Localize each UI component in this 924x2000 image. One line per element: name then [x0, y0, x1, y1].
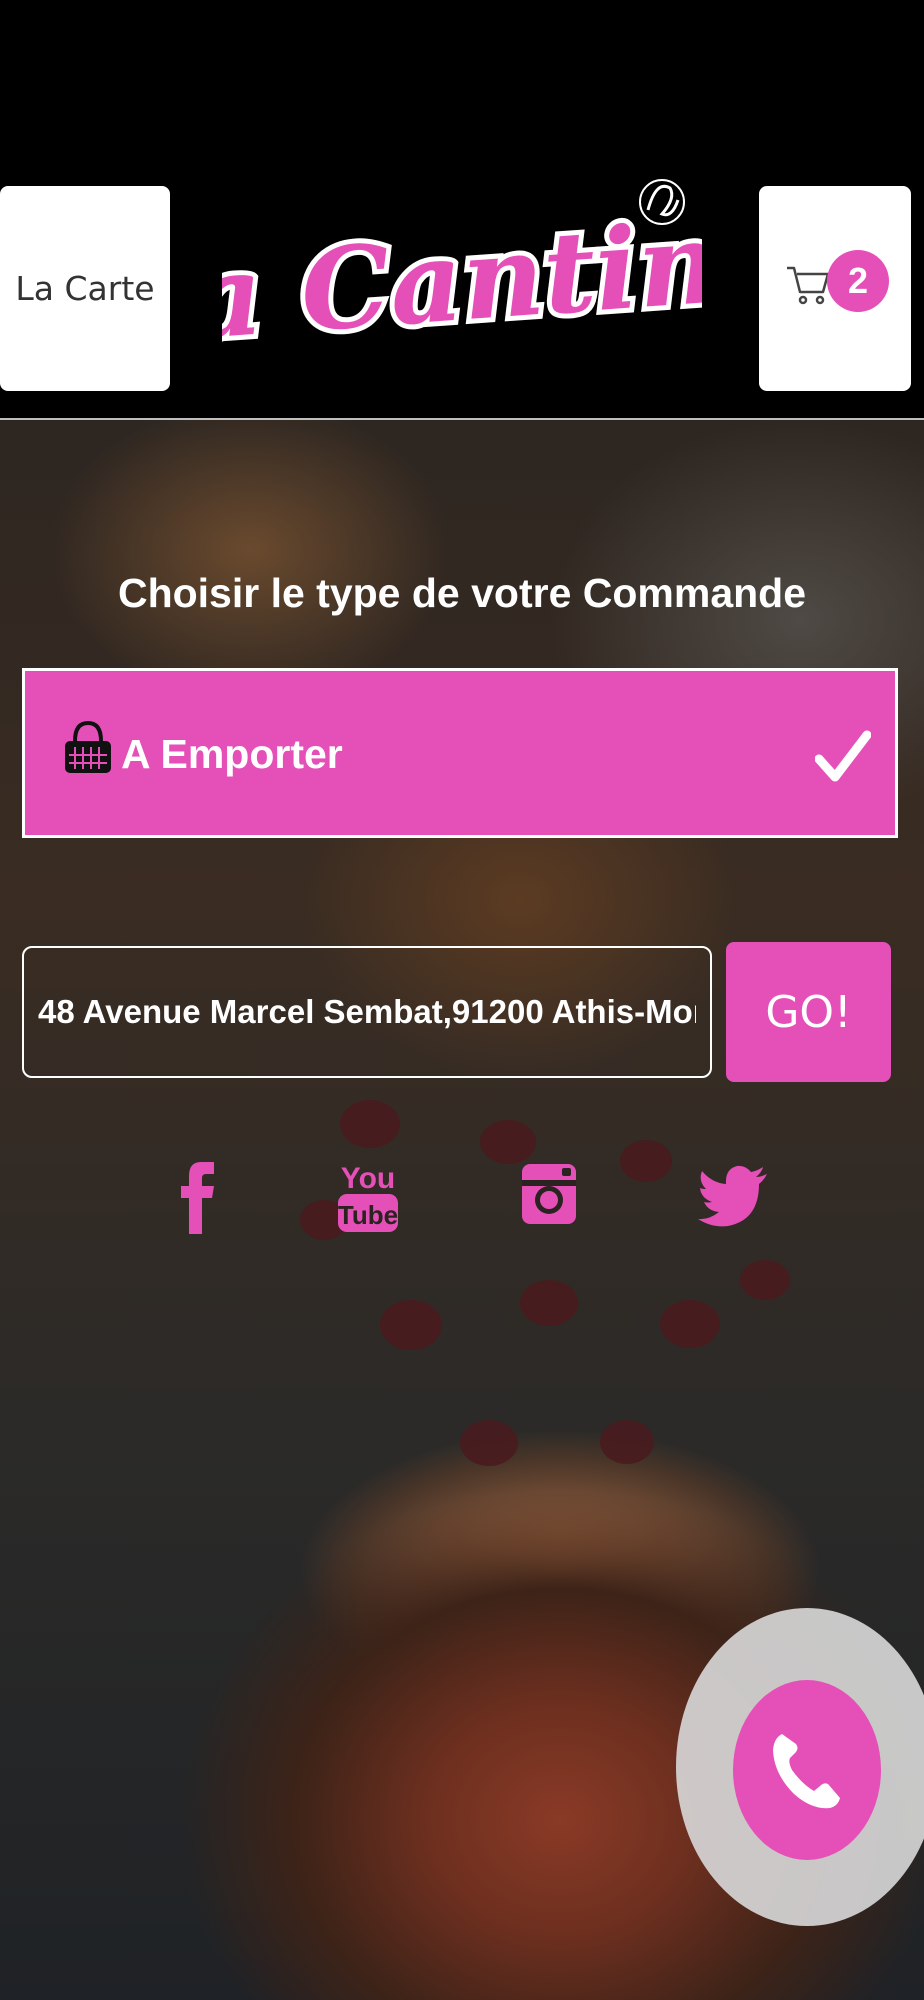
call-button[interactable]	[733, 1680, 881, 1860]
logo-text: La Cantine	[222, 192, 702, 370]
order-option-takeaway[interactable]: A Emporter	[22, 668, 898, 838]
cart-button[interactable]: 2	[759, 186, 911, 391]
order-option-label: A Emporter	[121, 731, 343, 777]
cart-icon	[787, 266, 830, 305]
phone-icon	[773, 1734, 840, 1809]
order-type-title: Choisir le type de votre Commande	[117, 570, 807, 616]
check-icon	[815, 730, 871, 782]
svg-text:You: You	[341, 1162, 395, 1195]
go-button[interactable]: GO!	[726, 942, 891, 1082]
la-carte-button[interactable]: La Carte	[0, 186, 170, 391]
twitter-icon[interactable]	[693, 1150, 773, 1240]
svg-text:Tube: Tube	[338, 1200, 398, 1230]
youtube-icon[interactable]: You Tube	[328, 1150, 408, 1240]
cart-count-badge: 2	[827, 250, 889, 312]
app-header: La Carte La Cantine 2	[0, 0, 924, 420]
la-cantine-logo: La Cantine	[222, 179, 702, 376]
facebook-icon[interactable]	[155, 1150, 235, 1240]
basket-icon	[65, 720, 111, 773]
instagram-icon[interactable]	[508, 1150, 588, 1240]
address-input[interactable]	[22, 946, 712, 1078]
